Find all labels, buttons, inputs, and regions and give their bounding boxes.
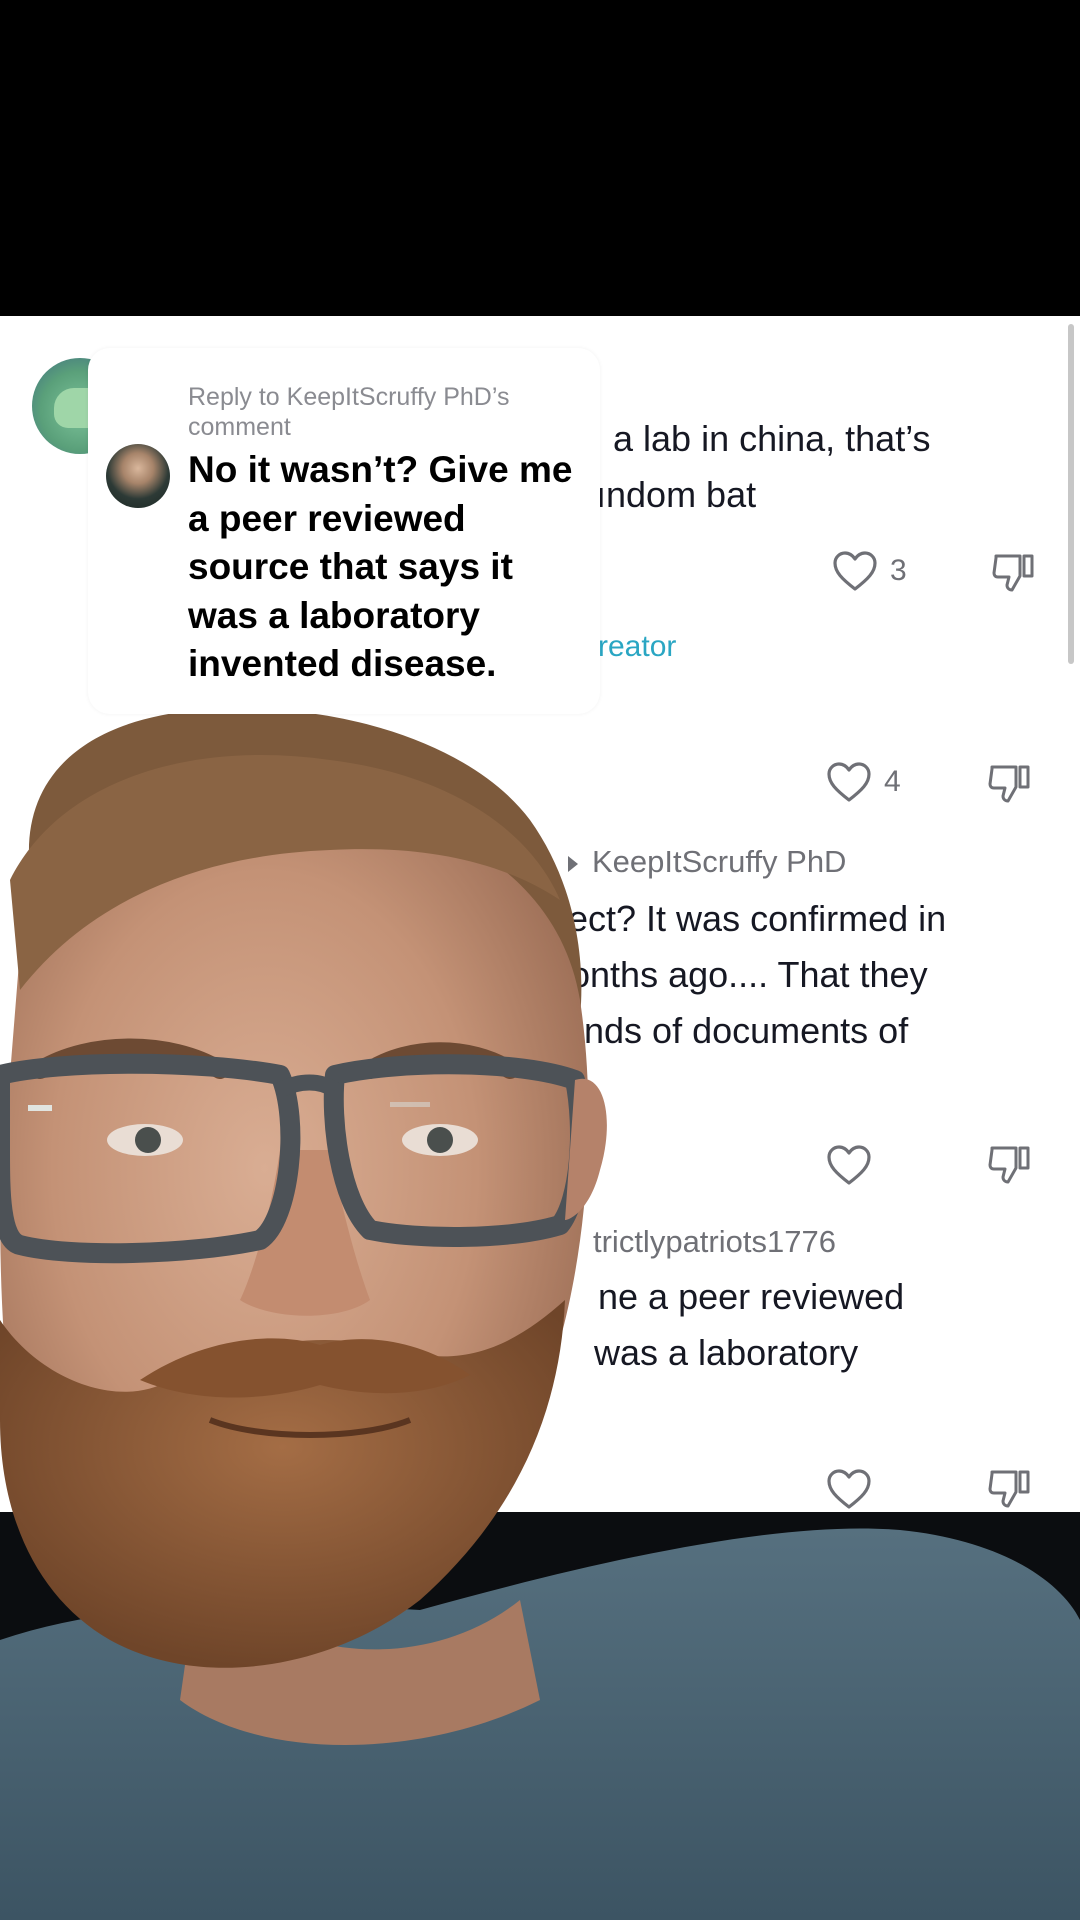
creator-reply-link[interactable]: reator	[598, 630, 676, 664]
heart-icon[interactable]	[826, 1144, 872, 1186]
comment-actions: 4	[826, 761, 901, 803]
comment-text-line: ne a peer reviewed	[598, 1276, 905, 1317]
dislike-icon[interactable]	[986, 761, 1032, 807]
comment-text-line: onths ago.... That they	[570, 954, 928, 995]
like-count: 4	[884, 765, 901, 798]
like-count: 3	[890, 554, 907, 587]
dislike-icon[interactable]	[990, 550, 1036, 596]
video-frame: a lab in china, that’s ındom bat 3 reato…	[0, 0, 1080, 1920]
scrollbar[interactable]	[1068, 324, 1074, 664]
comment-text-line: a lab in china, that’s	[613, 418, 931, 459]
reply-arrow-icon	[568, 855, 578, 872]
comment-text-line: ındom bat	[596, 474, 757, 515]
comment-text-line: was a laboratory	[594, 1332, 859, 1373]
dislike-icon[interactable]	[986, 1142, 1032, 1188]
heart-icon[interactable]	[826, 1468, 872, 1510]
sticker-avatar	[106, 444, 170, 508]
comment-actions: 3	[832, 550, 907, 592]
dislike-icon[interactable]	[986, 1466, 1032, 1512]
heart-icon[interactable]	[832, 550, 878, 592]
comment-username[interactable]: trictlypatriots1776	[593, 1224, 836, 1260]
reply-thread-header[interactable]: KeepItScruffy PhD	[568, 844, 846, 880]
comment-text-line: ect? It was confirmed in	[568, 898, 947, 939]
comment-text-line: ınds of documents of	[574, 1010, 909, 1051]
heart-icon[interactable]	[826, 761, 872, 803]
reply-sticker[interactable]: Reply to KeepItScruffy PhD’s comment No …	[88, 348, 600, 714]
sticker-comment-text: No it wasn’t? Give me a peer reviewed so…	[188, 449, 573, 684]
sticker-reply-label: Reply to KeepItScruffy PhD’s comment	[188, 383, 510, 441]
